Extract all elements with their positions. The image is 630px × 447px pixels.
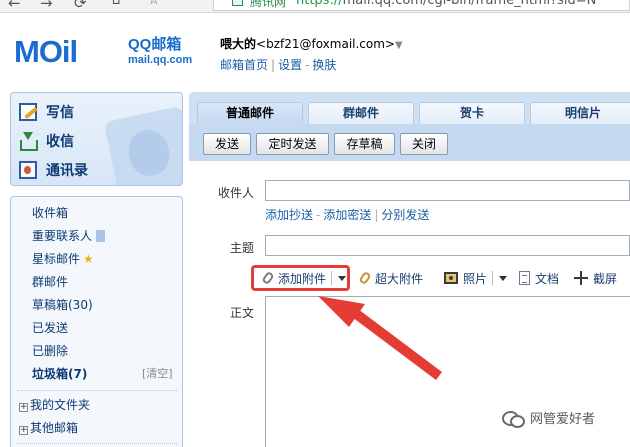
folder-divider (17, 390, 177, 391)
compose-form: 收件人 添加抄送 - 添加密送 | 分别发送 主题 添加附件 超大附件 照片 文档 截屏… (189, 161, 630, 447)
sidebar-actions: 写信 收信 通讯录 (10, 92, 183, 186)
screenshot-icon (574, 271, 588, 285)
subject-label: 主题 (229, 241, 254, 255)
bookmark-icon[interactable]: ☆ (148, 0, 160, 8)
sidebar-item-drafts[interactable]: 草稿箱(30) (32, 297, 93, 313)
cc-links: 添加抄送 - 添加密送 | 分别发送 (265, 206, 429, 223)
tab-postcard[interactable]: 明信片 (530, 102, 630, 124)
link-separator: - (316, 208, 321, 222)
save-draft-button[interactable]: 存草稿 (334, 133, 395, 155)
forward-arrow-icon[interactable]: → (40, 0, 53, 12)
change-skin-link[interactable]: 换肤 (312, 58, 336, 72)
recipient-label: 收件人 (217, 186, 254, 200)
lock-icon (232, 0, 243, 6)
url-text[interactable]: https://mail.qq.com/cgi-bin/frame_html?s… (296, 0, 596, 8)
other-mailboxes-label: 其他邮箱 (30, 421, 79, 435)
compose-toolbar: 发送 定时发送 存草稿 关闭 (189, 124, 630, 161)
settings-link[interactable]: 设置 (278, 58, 302, 72)
document-label: 文档 (535, 271, 560, 286)
sidebar-item-vip[interactable]: 重要联系人 (32, 228, 106, 244)
photo-icon (444, 272, 458, 284)
compose-tab-bar: 普通邮件 群邮件 贺卡 明信片 (189, 92, 630, 124)
vip-flag-icon (96, 230, 106, 242)
user-email: <bzf21@foxmail.com> (256, 37, 395, 51)
url-scheme: https:// (296, 0, 343, 8)
add-cc-link[interactable]: 添加抄送 (265, 208, 313, 222)
star-icon: ★ (83, 252, 94, 266)
browser-url-bar: ← → ⟳ ⌂ ☆ 腾讯网 https://mail.qq.com/cgi-bi… (0, 0, 630, 13)
sidebar-item-my-folders[interactable]: + 我的文件夹 (19, 397, 90, 413)
watermark-text: 网管爱好者 (530, 412, 596, 427)
button-separator (492, 271, 494, 285)
folder-list: 收件箱 重要联系人 星标邮件 ★ 群邮件 草稿箱(30) 已发送 已删除 垃圾箱(… (10, 196, 183, 447)
back-arrow-icon[interactable]: ← (8, 0, 21, 12)
screenshot-button[interactable]: 截屏 (574, 268, 617, 288)
user-name: 喂大的 (220, 37, 257, 51)
sidebar-item-sent[interactable]: 已发送 (32, 320, 68, 336)
url-path: mail.qq.com/cgi-bin/frame_html?sid=N (342, 0, 597, 8)
watermark: 网管爱好者 (502, 408, 596, 428)
tab-greeting-card[interactable]: 贺卡 (419, 102, 525, 124)
expand-plus-icon[interactable]: + (19, 426, 28, 435)
my-folders-label: 我的文件夹 (30, 398, 91, 412)
tab-group-mail[interactable]: 群邮件 (308, 102, 414, 124)
send-button[interactable]: 发送 (203, 133, 251, 155)
sidebar-item-inbox[interactable]: 收件箱 (32, 205, 68, 221)
wechat-icon (502, 410, 525, 428)
receive-mail-label: 收信 (46, 134, 74, 150)
photo-button[interactable]: 照片 (444, 268, 508, 288)
refresh-icon[interactable]: ⟳ (74, 0, 87, 12)
sidebar-item-group-mail[interactable]: 群邮件 (32, 274, 68, 290)
brand-domain: mail.qq.com (128, 54, 193, 66)
large-attachment-button[interactable]: 超大附件 (358, 268, 424, 288)
close-button[interactable]: 关闭 (400, 133, 448, 155)
subject-input[interactable] (265, 235, 630, 256)
sidebar-item-starred[interactable]: 星标邮件 ★ (32, 251, 94, 267)
body-label: 正文 (229, 306, 254, 320)
account-dropdown-icon[interactable]: ▼ (395, 40, 403, 51)
sidebar-item-spam[interactable]: 垃圾箱(7) (32, 366, 87, 382)
home-icon[interactable]: ⌂ (112, 0, 120, 8)
brand-title: QQ邮箱 (128, 36, 182, 53)
tab-normal-mail[interactable]: 普通邮件 (197, 102, 303, 124)
starred-label: 星标邮件 (32, 252, 81, 266)
write-mail-label: 写信 (46, 105, 74, 121)
link-separator: | (374, 208, 379, 222)
inbox-download-icon (19, 132, 38, 151)
expand-plus-icon[interactable]: + (19, 403, 28, 412)
brand-block: QQ邮箱 mail.qq.com (128, 36, 192, 67)
screenshot-label: 截屏 (593, 271, 618, 286)
receive-mail-button[interactable]: 收信 (19, 130, 74, 152)
contacts-button[interactable]: 通讯录 (19, 159, 88, 181)
sidebar-item-deleted[interactable]: 已删除 (32, 343, 68, 359)
sidebar-item-other-mailboxes[interactable]: + 其他邮箱 (19, 420, 78, 436)
scheduled-send-button[interactable]: 定时发送 (256, 133, 329, 155)
pencil-icon (19, 103, 37, 121)
clear-spam-button[interactable]: [清空] (142, 366, 173, 382)
folder-divider (17, 443, 177, 444)
penguin-stamp-decoration (103, 105, 182, 185)
contacts-label: 通讯录 (46, 163, 88, 179)
qq-mail-logo[interactable]: MOil (14, 34, 126, 74)
document-icon (519, 271, 530, 285)
link-separator: | (271, 58, 276, 72)
account-info: 喂大的<bzf21@foxmail.com>▼ 邮箱首页 | 设置 - 换肤 (220, 35, 403, 73)
photo-label: 照片 (463, 271, 488, 286)
link-separator: - (305, 58, 310, 72)
large-attachment-label: 超大附件 (375, 271, 424, 286)
logo-wordmark: MOil (14, 34, 78, 69)
large-paperclip-icon (358, 270, 372, 286)
photo-dropdown-icon[interactable] (499, 275, 508, 281)
separate-send-link[interactable]: 分别发送 (381, 208, 429, 222)
secure-site-label: 腾讯网 (250, 0, 287, 9)
vip-label: 重要联系人 (32, 229, 93, 243)
document-button[interactable]: 文档 (519, 268, 559, 288)
recipient-input[interactable] (265, 180, 630, 201)
write-mail-button[interactable]: 写信 (19, 101, 74, 123)
highlight-box (251, 265, 350, 291)
mailbox-home-link[interactable]: 邮箱首页 (220, 58, 268, 72)
add-bcc-link[interactable]: 添加密送 (323, 208, 371, 222)
address-book-icon (19, 161, 37, 179)
